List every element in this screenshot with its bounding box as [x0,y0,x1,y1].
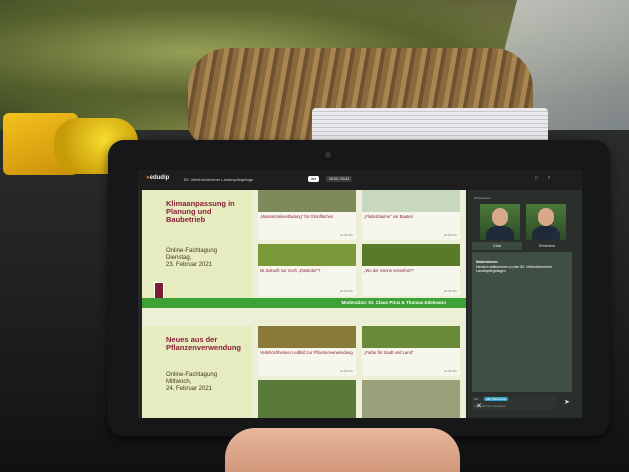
tile-1-3: Ist Zukunft nur noch „Düsteder"? 15:15 U… [258,244,356,296]
grid-icon[interactable]: ⁙ [534,175,539,182]
speaker-face [492,208,508,226]
tile-1-2: „Flatterbäume" vor Bauten 15:00 Uhr [362,190,460,240]
tile-image [362,244,460,266]
tile-2-3 [258,380,356,418]
tile-time: 14:00 Uhr [339,369,353,373]
tile-time: 14:30 Uhr [339,233,353,237]
section-2-title: Neues aus der Pflanzenverwendung [166,335,242,352]
speaker-video-1[interactable] [480,204,520,240]
chat-text: Herzlich willkommen zu den 83. Veitshöch… [476,264,553,274]
sidebar-tabs: Chat Teilnehmer [472,242,572,250]
tablet-screen: ●edudip 83. Veitshöchheimer Landespflege… [138,170,582,418]
tile-1-4: „Wo der Sonne verwöhnt?" 15:35 Uhr [362,244,460,296]
section-1-subtitle-2: Dienstag, [166,255,192,261]
tab-participants[interactable]: Teilnehmer [522,242,572,250]
app-header: ●edudip 83. Veitshöchheimer Landespflege… [138,170,582,190]
tile-time: 14:30 Uhr [443,369,457,373]
moderation-strip: Moderation: Dr. Claus Prinz & Thomas Ede… [142,298,466,308]
slide-section-2: Neues aus der Pflanzenverwendung Online-… [142,326,466,418]
tile-1-1: „Wassertankentladung" für Grünflächen 14… [258,190,356,240]
photo-scene: ⊞ ●edudip 83. Veitshöchheimer Landespfle… [0,0,629,472]
section-2-info: Neues aus der Pflanzenverwendung Online-… [142,326,252,418]
side-panel: Moderatoren Chat Teilnehmer Moderatoren:… [468,190,582,418]
chat-to-label: An: [474,397,479,401]
tile-image [362,326,460,348]
section-1-subtitle-1: Online-Fachtagung [166,248,218,254]
tile-image [258,190,356,212]
tile-title: „Wassertankentladung" für Grünflächen [260,214,334,219]
section-1-subtitle-3: 23. Februar 2021 [166,262,213,268]
presentation-slide: Klimaanpassung in Planung und Baubetrieb… [142,190,466,418]
tile-title: „Wo der Sonne verwöhnt?" [364,268,415,273]
slide-section-1: Klimaanpassung in Planung und Baubetrieb… [142,190,466,320]
send-icon[interactable]: ➤ [564,398,570,406]
hand [225,428,460,472]
event-title: 83. Veitshöchheimer Landespflegetage [184,177,254,182]
speakers-label: Moderatoren [474,196,492,200]
speaker-body [532,226,560,240]
tile-image [258,380,356,418]
section-1-title: Klimaanpassung in Planung und Baubetrieb [166,199,235,224]
speaker-face [538,208,554,226]
slide-spacer [142,308,466,326]
tile-title: Ist Zukunft nur noch „Düsteder"? [260,268,321,273]
section-1-tiles: „Wassertankentladung" für Grünflächen 14… [254,190,466,298]
speaker-body [486,226,514,240]
section-2-subtitle-2: Mittwoch, [166,379,192,385]
chat-message: Moderatoren: Herzlich willkommen zu den … [476,260,566,274]
chat-panel: Moderatoren: Herzlich willkommen zu den … [472,252,572,392]
tile-2-4 [362,380,460,418]
tab-chat[interactable]: Chat [472,242,522,250]
tile-image [362,190,460,212]
chat-recipient[interactable]: Alle Teilnehmer [484,397,509,401]
tile-image [258,244,356,266]
tools-icon[interactable]: ✕ [476,402,482,410]
speaker-video-2[interactable] [526,204,566,240]
arrow-icon[interactable]: › [548,175,550,181]
tile-title: „Flatterbäume" vor Bauten [364,214,413,219]
tile-time: 15:35 Uhr [443,289,457,293]
section-2-subtitle-3: 24. Februar 2021 [166,386,213,392]
app-brand: ●edudip [146,175,170,181]
tile-time: 15:15 Uhr [339,289,353,293]
tile-image [258,326,356,348]
live-badge: live [308,176,320,182]
section-2-subtitle-1: Online-Fachtagung [166,372,218,378]
session-timer: 00:00 / 00:41 [326,176,353,182]
section-2-tiles: Veitshöchheimer Leitbild zur Pflanzenver… [254,326,466,418]
tile-2-2: „Farbe für Stadt und Land" 14:30 Uhr [362,326,460,376]
tile-title: „Farbe für Stadt und Land" [364,350,414,355]
chat-input[interactable]: An: Alle Teilnehmer Chatnachricht eingeb… [472,396,556,410]
tile-image [362,380,460,418]
moderation-text: Moderation: Dr. Claus Prinz & Thomas Ede… [341,300,446,305]
tablet-camera [325,152,331,158]
tile-title: Veitshöchheimer Leitbild zur Pflanzenver… [260,350,353,355]
tile-time: 15:00 Uhr [443,233,457,237]
tile-2-1: Veitshöchheimer Leitbild zur Pflanzenver… [258,326,356,376]
